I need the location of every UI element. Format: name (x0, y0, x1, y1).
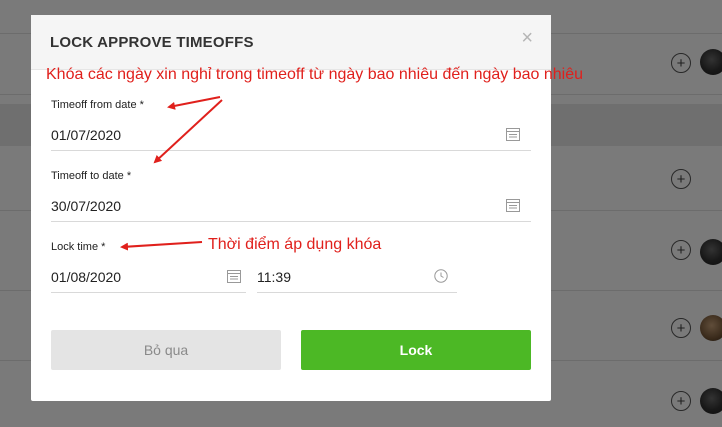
arrow-to-to-date (153, 99, 223, 164)
arrow-to-from-date (167, 96, 221, 110)
annotation-arrows (120, 96, 223, 251)
arrow-to-lock-time (120, 241, 203, 251)
